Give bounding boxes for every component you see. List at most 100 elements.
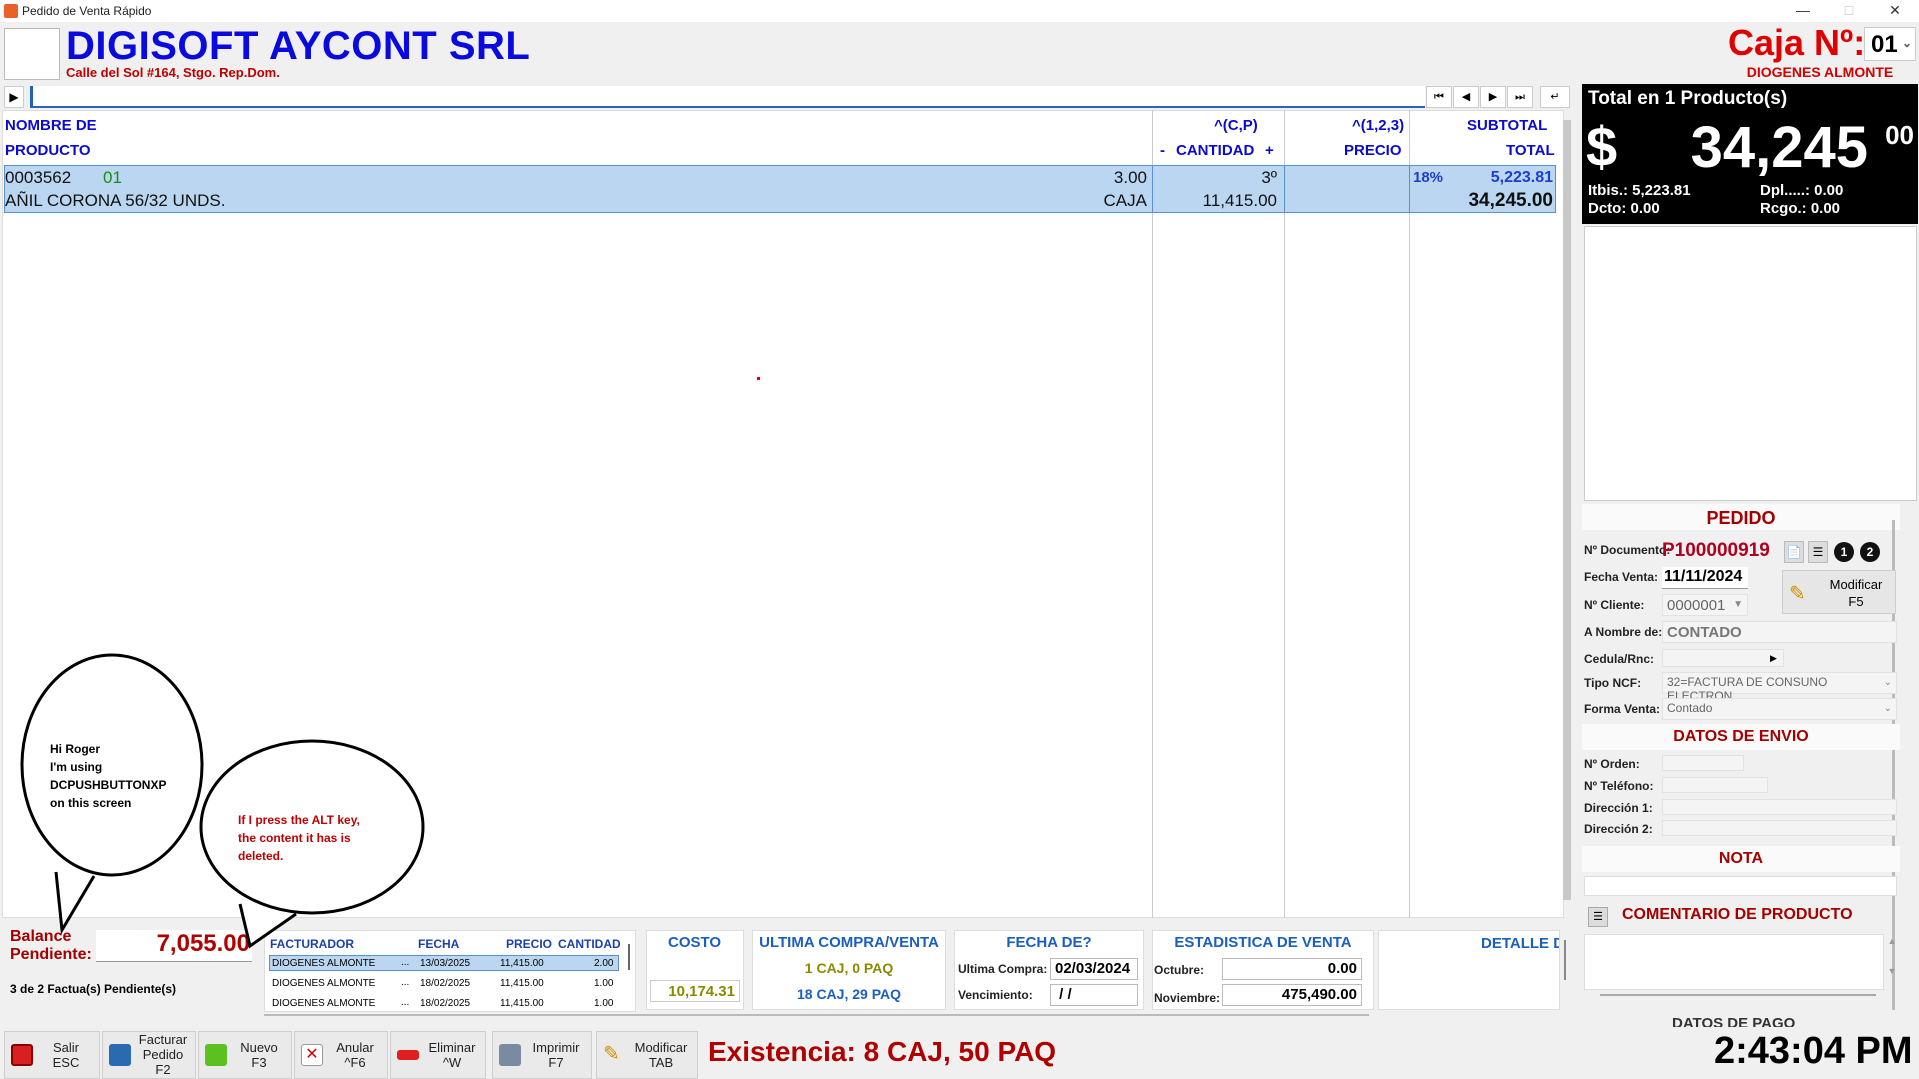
save-icon [109, 1044, 131, 1066]
fact-row-ellipsis[interactable]: ... [401, 957, 409, 968]
costo-value: 10,174.31 [650, 980, 740, 1002]
facturar-label: Facturar Pedido [138, 1032, 188, 1062]
next-record-icon[interactable]: ▶ [1480, 86, 1506, 108]
product-search-input[interactable] [30, 86, 1425, 108]
col-subtotal-header: SUBTOTAL [1467, 117, 1548, 134]
enter-icon[interactable]: ↵ [1540, 86, 1570, 108]
fact-row-ellipsis[interactable]: ... [401, 977, 409, 988]
total-amount: 34,245 [1690, 115, 1868, 180]
product-image-panel [1584, 226, 1917, 501]
month2-value: 475,490.00 [1222, 984, 1362, 1006]
detalle-title: DETALLE D [1481, 935, 1560, 952]
modificar-tab-button[interactable]: ✎ Modificar TAB [596, 1031, 698, 1079]
col-qty-header-1: ^(C,P) [1214, 117, 1258, 134]
vencimiento-label: Vencimiento: [958, 988, 1033, 1002]
detalle-scrollbar[interactable] [1564, 940, 1566, 980]
product-subtotal: 5,223.81 [1490, 169, 1553, 186]
table-row[interactable]: 0003562 01 AÑIL CORONA 56/32 UNDS. 3.00 … [4, 165, 1556, 213]
bubble-one-tail [54, 871, 96, 935]
qty-decrease[interactable]: - [1160, 142, 1165, 159]
telefono-input[interactable] [1662, 777, 1768, 793]
caja-select[interactable]: 01 ⌄ [1864, 27, 1916, 61]
nombre-input[interactable]: CONTADO [1662, 621, 1897, 643]
imprimir-button[interactable]: Imprimir F7 [492, 1031, 592, 1079]
bubble-two-text: If I press the ALT key, the content it h… [238, 811, 360, 865]
fact-row-precio: 11,415.00 [500, 978, 544, 989]
option-two-icon[interactable]: 2 [1860, 542, 1880, 562]
comentario-textarea[interactable] [1584, 934, 1884, 990]
list-icon[interactable]: ☰ [1808, 541, 1828, 563]
horizontal-scrollbar[interactable] [1600, 994, 1876, 996]
col-price-header-1: ^(1,2,3) [1352, 117, 1405, 134]
grid-divider [1409, 110, 1410, 918]
minimize-button[interactable]: — [1780, 0, 1826, 22]
bottom-scrollbar[interactable] [264, 1014, 1369, 1016]
col-price-header-2: PRECIO [1344, 142, 1402, 159]
fact-header-cantidad: CANTIDAD [558, 937, 621, 951]
row-divider [1284, 165, 1285, 213]
salir-button[interactable]: Salir ESC [4, 1031, 100, 1079]
document-icon[interactable]: 📄 [1784, 541, 1804, 563]
fact-row-cantidad: 1.00 [594, 998, 614, 1009]
cedula-input[interactable] [1662, 649, 1784, 667]
modificar-key: F5 [1848, 594, 1864, 609]
cliente-label: Nº Cliente: [1584, 598, 1645, 612]
grid-scrollbar[interactable] [1563, 120, 1571, 900]
nuevo-button[interactable]: Nuevo F3 [198, 1031, 292, 1079]
play-icon[interactable]: ▶ [1770, 651, 1782, 665]
option-one-icon[interactable]: 1 [1834, 542, 1854, 562]
company-address: Calle del Sol #164, Stgo. Rep.Dom. [66, 65, 280, 80]
imprimir-label: Imprimir [532, 1040, 580, 1055]
nombre-label: A Nombre de: [1584, 625, 1663, 639]
fact-row-precio: 11,415.00 [500, 998, 544, 1009]
bubble-one-line: I'm using [50, 760, 103, 774]
facturar-pedido-button[interactable]: Facturar Pedido F2 [102, 1031, 196, 1079]
orden-input[interactable] [1662, 755, 1744, 771]
notes-icon[interactable]: ☰ [1588, 907, 1608, 927]
forma-select[interactable]: Contado ⌄ [1662, 698, 1897, 720]
fact-row-ellipsis[interactable]: ... [401, 997, 409, 1008]
bubble-two-line: deleted. [238, 849, 284, 863]
eliminar-button[interactable]: Eliminar ^W [390, 1031, 486, 1079]
play-icon[interactable]: ▶ [4, 86, 24, 108]
envio-title: DATOS DE ENVIO [1673, 728, 1809, 745]
caja-label: Caja Nº: [1728, 22, 1866, 63]
ncf-select[interactable]: 32=FACTURA DE CONSUNO ELECTRON ⌄ [1662, 672, 1897, 703]
nuevo-label: Nuevo [240, 1040, 278, 1055]
cliente-select[interactable]: 0000001 ▼ [1662, 594, 1748, 616]
prev-record-icon[interactable]: ◀ [1453, 86, 1479, 108]
close-button[interactable]: ✕ [1872, 0, 1918, 22]
pago-title: DATOS DE PAGO [1672, 1015, 1796, 1027]
costo-title: COSTO [668, 934, 722, 951]
anular-button[interactable]: ✕ Anular ^F6 [294, 1031, 388, 1079]
dir1-input[interactable] [1662, 799, 1897, 815]
nota-input[interactable] [1584, 876, 1897, 896]
modificar-label: Modificar [1829, 577, 1883, 592]
chevron-down-icon: ▼ [1733, 599, 1743, 610]
month1-label: Octubre: [1154, 963, 1205, 977]
vencimiento-input[interactable]: / / [1050, 984, 1138, 1006]
comentario-scrollbar[interactable]: ▲ ▼ [1886, 936, 1898, 986]
doc-number: P100000919 [1662, 540, 1770, 561]
first-record-icon[interactable]: ⏮ [1426, 86, 1452, 108]
fecha-input[interactable]: 11/11/2024 [1662, 567, 1748, 589]
company-logo [4, 28, 60, 80]
maximize-button[interactable]: □ [1826, 0, 1872, 22]
price-level: 3º [1261, 168, 1277, 187]
modificar-f5-button[interactable]: ✎ Modificar F5 [1782, 570, 1896, 614]
window-title: Pedido de Venta Rápido [22, 4, 152, 18]
cliente-value: 0000001 [1667, 597, 1726, 614]
nota-title: NOTA [1718, 850, 1764, 867]
total-cents: 00 [1885, 120, 1914, 150]
last-record-icon[interactable]: ⏭ [1507, 86, 1533, 108]
fechade-title: FECHA DE? [1006, 934, 1092, 951]
qty-increase[interactable]: + [1265, 142, 1274, 159]
doc-label: Nº Documento: [1584, 543, 1671, 557]
pencil-icon: ✎ [1789, 583, 1806, 605]
fact-scrollbar[interactable] [628, 944, 630, 970]
red-dot [757, 377, 760, 380]
col-qty-header-2: CANTIDAD [1176, 142, 1255, 159]
dir1-label: Dirección 1: [1584, 801, 1653, 815]
dir2-input[interactable] [1662, 820, 1897, 836]
fecha-label: Fecha Venta: [1584, 570, 1659, 584]
